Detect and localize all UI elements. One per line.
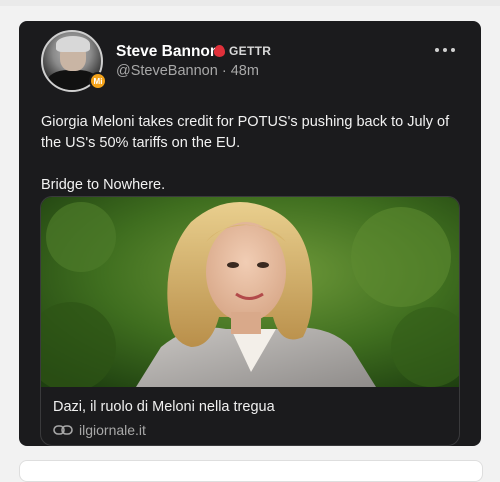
- meta-separator: ·: [221, 63, 227, 79]
- link-preview-title[interactable]: Dazi, il ruolo di Meloni nella tregua: [53, 399, 275, 415]
- post-time[interactable]: 48m: [231, 63, 259, 79]
- link-icon: [53, 425, 73, 435]
- post-card[interactable]: Mi Steve Bannon GETTR @SteveBannon · 48m…: [19, 21, 481, 446]
- link-preview-domain: ilgiornale.it: [79, 422, 146, 438]
- verified-badge-icon: Mi: [89, 72, 107, 90]
- link-preview-domain-row: ilgiornale.it: [53, 422, 146, 438]
- platform-badge: GETTR: [214, 43, 271, 59]
- post-paragraph: Giorgia Meloni takes credit for POTUS's …: [41, 114, 450, 151]
- link-preview-image: [41, 197, 459, 387]
- link-preview-card[interactable]: Dazi, il ruolo di Meloni nella tregua il…: [40, 196, 460, 446]
- post-paragraph: Bridge to Nowhere.: [41, 177, 166, 193]
- post-body: Giorgia Meloni takes credit for POTUS's …: [41, 112, 461, 196]
- gettr-logo-icon: [214, 45, 225, 57]
- previous-card-edge: [0, 0, 500, 6]
- more-horizontal-icon[interactable]: [435, 45, 459, 55]
- author-name[interactable]: Steve Bannon: [116, 43, 219, 61]
- next-card-edge: [19, 460, 483, 482]
- author-handle-line: @SteveBannon · 48m: [116, 63, 259, 79]
- platform-label: GETTR: [229, 44, 272, 58]
- author-handle[interactable]: @SteveBannon: [116, 63, 218, 79]
